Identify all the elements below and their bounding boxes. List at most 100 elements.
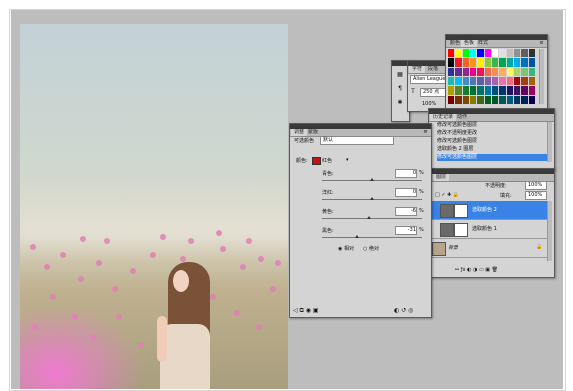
history-item[interactable]: 修改可选颜色图层 [437, 122, 548, 129]
color-swatch-cell[interactable] [455, 95, 462, 104]
color-swatch-cell[interactable] [455, 76, 462, 86]
color-swatch-cell[interactable] [528, 76, 535, 86]
color-swatch-cell[interactable] [521, 86, 528, 95]
color-swatch-cell[interactable] [528, 67, 535, 76]
color-swatch-cell[interactable] [484, 58, 491, 67]
color-swatch-cell[interactable] [448, 67, 455, 76]
adjust-bottom-icons-right[interactable]: ◐ ↺ ◎ [394, 307, 413, 314]
color-swatch-cell[interactable] [514, 95, 521, 104]
color-swatch-cell[interactable] [484, 49, 491, 58]
color-swatch-cell[interactable] [462, 95, 469, 104]
panel-menu-icon[interactable]: ≡ [422, 129, 429, 136]
color-swatch-cell[interactable] [462, 67, 469, 76]
tab-character[interactable]: 字符 [409, 66, 426, 73]
slider-value-field[interactable]: -6 [395, 207, 417, 216]
chevron-down-icon[interactable]: ▾ [346, 157, 349, 163]
layers-scrollbar[interactable] [547, 201, 552, 261]
color-swatch-cell[interactable] [477, 58, 484, 67]
color-swatch-cell[interactable] [528, 58, 535, 67]
color-swatch-cell[interactable] [477, 49, 484, 58]
color-swatch-cell[interactable] [455, 67, 462, 76]
color-swatch-cell[interactable] [484, 76, 491, 86]
slider-track[interactable] [322, 237, 422, 238]
font-size-field[interactable]: 250 点 [420, 88, 446, 97]
color-swatch-cell[interactable] [514, 58, 521, 67]
color-swatch-cell[interactable] [506, 67, 513, 76]
color-swatch-cell[interactable] [521, 76, 528, 86]
opacity-field[interactable]: 100% [525, 181, 547, 190]
slider-knob[interactable] [354, 235, 359, 238]
color-swatch-cell[interactable] [477, 67, 484, 76]
color-swatch-cell[interactable] [499, 95, 506, 104]
color-swatch-cell[interactable] [499, 58, 506, 67]
color-swatch-cell[interactable] [470, 49, 477, 58]
color-swatch-cell[interactable] [448, 76, 455, 86]
tab-paragraph[interactable]: 段落 [425, 66, 441, 73]
color-swatch-cell[interactable] [506, 76, 513, 86]
color-swatch-cell[interactable] [455, 49, 462, 58]
color-swatch-cell[interactable] [462, 58, 469, 67]
color-swatch-cell[interactable] [499, 76, 506, 86]
color-swatch-cell[interactable] [484, 67, 491, 76]
color-swatch-cell[interactable] [499, 86, 506, 95]
color-swatch-cell[interactable] [448, 49, 455, 58]
color-swatch-cell[interactable] [477, 86, 484, 95]
color-swatch-cell[interactable] [521, 95, 528, 104]
color-swatch-cell[interactable] [470, 58, 477, 67]
color-swatch-cell[interactable] [448, 86, 455, 95]
color-swatch-cell[interactable] [521, 58, 528, 67]
history-item[interactable]: 选取颜色 2 图层 [437, 146, 548, 153]
color-swatch-cell[interactable] [506, 86, 513, 95]
color-swatch-cell[interactable] [455, 58, 462, 67]
history-item-selected[interactable]: 修改可选颜色图层 [437, 154, 548, 161]
char-zoom[interactable]: 100% [422, 101, 436, 107]
color-swatch-cell[interactable] [470, 86, 477, 95]
slider-track[interactable] [322, 218, 422, 219]
color-swatch-cell[interactable] [506, 95, 513, 104]
layers-bottom-icons[interactable]: ⚯ ƒx ◐ ◑ ▭ ▣ 🗑 [455, 267, 498, 273]
history-item[interactable]: 修改不透明度更改 [437, 130, 548, 137]
brush-icon[interactable]: ✱ [394, 99, 406, 106]
panel-menu-icon[interactable]: ≡ [538, 40, 545, 47]
color-select[interactable]: 红色 [322, 157, 332, 164]
color-swatch-cell[interactable] [477, 76, 484, 86]
slider-knob[interactable] [370, 178, 374, 181]
color-swatch-cell[interactable] [492, 95, 499, 104]
preset-select[interactable]: 默认 [320, 136, 394, 145]
slider-value-field[interactable]: 0 [395, 188, 417, 197]
color-swatch-cell[interactable] [492, 76, 499, 86]
color-swatch-cell[interactable] [528, 49, 535, 58]
color-swatch-cell[interactable] [462, 76, 469, 86]
color-swatch-cell[interactable] [506, 58, 513, 67]
color-swatch-cell[interactable] [514, 76, 521, 86]
history-scrollbar[interactable] [547, 122, 552, 162]
document-photo[interactable] [20, 24, 288, 389]
color-swatch-cell[interactable] [506, 49, 513, 58]
color-swatch-cell[interactable] [499, 49, 506, 58]
tab-masks[interactable]: 蒙版 [305, 129, 321, 136]
slider-value-field[interactable]: -31 [395, 226, 417, 235]
color-swatch-cell[interactable] [484, 86, 491, 95]
color-swatch-cell[interactable] [492, 86, 499, 95]
layer-row-selected[interactable]: 选取颜色 2 [426, 201, 547, 220]
fill-field[interactable]: 100% [525, 191, 547, 200]
color-swatch-cell[interactable] [514, 49, 521, 58]
swatches-scrollbar[interactable] [539, 49, 544, 104]
color-swatch-cell[interactable] [492, 58, 499, 67]
slider-value-field[interactable]: 0 [395, 169, 417, 178]
color-swatch-cell[interactable] [499, 67, 506, 76]
color-swatch-cell[interactable] [528, 86, 535, 95]
adjust-bottom-icons-left[interactable]: ◁ ⧉ ◉ ▣ [293, 307, 319, 315]
tab-layers[interactable]: 图层 [433, 174, 450, 181]
color-swatch-cell[interactable] [455, 86, 462, 95]
color-swatch-cell[interactable] [470, 67, 477, 76]
history-item[interactable]: 修改可选颜色图层 [437, 138, 548, 145]
tab-styles[interactable]: 样式 [475, 40, 491, 47]
color-swatch-cell[interactable] [521, 49, 528, 58]
text-icon[interactable]: ¶ [394, 85, 406, 92]
tab-history[interactable]: 历史记录 [430, 114, 457, 121]
tab-actions[interactable]: 动作 [454, 114, 470, 121]
color-swatch-cell[interactable] [528, 95, 535, 104]
slider-knob[interactable] [370, 197, 374, 200]
color-swatch-cell[interactable] [448, 95, 455, 104]
